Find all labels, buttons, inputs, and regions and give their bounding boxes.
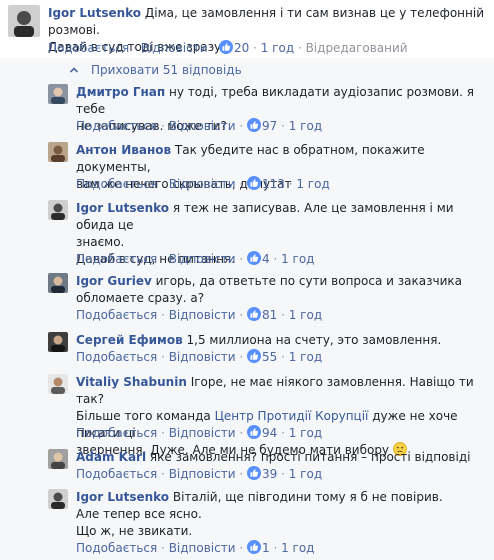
hide-replies-button[interactable]: Приховати 51 відповідь bbox=[69, 62, 242, 78]
like-count[interactable]: 39 bbox=[262, 467, 277, 481]
timestamp[interactable]: 1 год bbox=[261, 41, 294, 55]
thumbs-up-icon bbox=[246, 176, 261, 190]
reply-button[interactable]: Відповісти bbox=[169, 119, 236, 133]
like-count[interactable]: 1 bbox=[262, 541, 270, 555]
avatar[interactable] bbox=[48, 374, 68, 394]
reply-author[interactable]: Дмитро Гнап bbox=[76, 85, 165, 99]
like-button[interactable]: Подобається bbox=[76, 177, 157, 191]
reply-actions: Подобається · Відповісти · 1 · 1 год bbox=[76, 540, 315, 555]
reply-item: Vitaliy Shabunin Ігоре, не має ніякого з… bbox=[48, 374, 494, 457]
thumbs-up-icon bbox=[246, 425, 261, 439]
like-button[interactable]: Подобається bbox=[76, 350, 157, 364]
thumbs-up-icon bbox=[218, 40, 233, 54]
reply-button[interactable]: Відповісти bbox=[169, 541, 236, 555]
chevron-up-icon bbox=[69, 63, 79, 73]
reply-item: Сергей Ефимов 1,5 миллиона на счету, это… bbox=[48, 332, 494, 367]
reply-item: Igor Lutsenko Віталій, ще півгодини тому… bbox=[48, 489, 494, 557]
like-count[interactable]: 81 bbox=[262, 308, 277, 322]
timestamp[interactable]: 1 год bbox=[289, 119, 322, 133]
reply-author[interactable]: Сергей Ефимов bbox=[76, 333, 183, 347]
edited-label[interactable]: Відредагований bbox=[306, 41, 408, 55]
reply-actions: Подобається · Відповісти · 94 · 1 год bbox=[76, 425, 323, 440]
timestamp[interactable]: 1 год bbox=[281, 541, 314, 555]
reply-button[interactable]: Відповісти bbox=[169, 308, 236, 322]
reply-button[interactable]: Відповісти bbox=[169, 177, 236, 191]
like-button[interactable]: Подобається bbox=[48, 41, 129, 55]
reply-button[interactable]: Відповісти bbox=[169, 350, 236, 364]
reply-author[interactable]: Adam Karl bbox=[76, 450, 146, 464]
timestamp[interactable]: 1 год bbox=[296, 177, 329, 191]
like-count[interactable]: 97 bbox=[262, 119, 277, 133]
thumbs-up-icon bbox=[246, 307, 261, 321]
reply-actions: Подобається · Відповісти · 113 · 1 год bbox=[76, 176, 330, 191]
avatar[interactable] bbox=[8, 5, 40, 37]
reply-actions: Подобається · Відповісти · 4 · 1 год bbox=[76, 251, 315, 266]
timestamp[interactable]: 1 год bbox=[281, 252, 314, 266]
comment-author[interactable]: Igor Lutsenko bbox=[48, 6, 141, 20]
reply-button[interactable]: Відповісти bbox=[169, 467, 236, 481]
thumbs-up-icon bbox=[246, 251, 261, 265]
avatar[interactable] bbox=[48, 84, 68, 104]
avatar[interactable] bbox=[48, 332, 68, 352]
reply-item: Дмитро Гнап ну тоді, треба викладати ауд… bbox=[48, 84, 494, 136]
like-button[interactable]: Подобається bbox=[76, 252, 157, 266]
reply-item: Igor Guriev игорь, да ответьте по сути в… bbox=[48, 273, 494, 325]
like-count[interactable]: 55 bbox=[262, 350, 277, 364]
thumbs-up-icon bbox=[246, 540, 261, 554]
reply-item: Adam Karl яке замовлення? прості питання… bbox=[48, 449, 494, 484]
avatar[interactable] bbox=[48, 273, 68, 293]
reply-actions: Подобається · Відповісти · 55 · 1 год bbox=[76, 349, 323, 364]
like-button[interactable]: Подобається bbox=[76, 119, 157, 133]
thumbs-up-icon bbox=[246, 466, 261, 480]
like-button[interactable]: Подобається bbox=[76, 541, 157, 555]
reply-author[interactable]: Антон Иванов bbox=[76, 143, 171, 157]
reply-text: Igor Guriev игорь, да ответьте по сути в… bbox=[76, 274, 462, 305]
reply-actions: Подобається · Відповісти · 39 · 1 год bbox=[76, 466, 323, 481]
reply-button[interactable]: Відповісти bbox=[169, 252, 236, 266]
top-comment: Igor Lutsenko Діма, це замовлення і ти с… bbox=[0, 0, 494, 58]
comment-actions: Подобається · Відповісти · 20 · 1 год · … bbox=[48, 40, 408, 55]
reply-item: Антон Иванов Так убедите нас в обратном,… bbox=[48, 142, 494, 194]
reply-button[interactable]: Відповісти bbox=[141, 41, 208, 55]
thumbs-up-icon bbox=[246, 349, 261, 363]
reply-item: Igor Lutsenko я теж не записував. Але це… bbox=[48, 200, 494, 268]
reply-author[interactable]: Igor Guriev bbox=[76, 274, 152, 288]
timestamp[interactable]: 1 год bbox=[289, 426, 322, 440]
like-button[interactable]: Подобається bbox=[76, 308, 157, 322]
thumbs-up-icon bbox=[246, 118, 261, 132]
like-count[interactable]: 94 bbox=[262, 426, 277, 440]
reply-actions: Подобається · Відповісти · 81 · 1 год bbox=[76, 307, 323, 322]
like-count[interactable]: 113 bbox=[262, 177, 285, 191]
reply-author[interactable]: Igor Lutsenko bbox=[76, 201, 169, 215]
reply-text: Vitaliy Shabunin Ігоре, не має ніякого з… bbox=[76, 375, 474, 457]
mention-link[interactable]: Центр Протидії Корупції bbox=[215, 409, 369, 423]
reply-author[interactable]: Igor Lutsenko bbox=[76, 490, 169, 504]
reply-button[interactable]: Відповісти bbox=[169, 426, 236, 440]
reply-text: Igor Lutsenko Віталій, ще півгодини тому… bbox=[76, 490, 443, 538]
reply-text: Сергей Ефимов 1,5 миллиона на счету, это… bbox=[76, 333, 442, 347]
like-button[interactable]: Подобається bbox=[76, 467, 157, 481]
timestamp[interactable]: 1 год bbox=[289, 467, 322, 481]
timestamp[interactable]: 1 год bbox=[289, 350, 322, 364]
like-count[interactable]: 4 bbox=[262, 252, 270, 266]
avatar[interactable] bbox=[48, 449, 68, 469]
reply-actions: Подобається · Відповісти · 97 · 1 год bbox=[76, 118, 323, 133]
reply-text: Adam Karl яке замовлення? прості питання… bbox=[76, 450, 471, 464]
like-button[interactable]: Подобається bbox=[76, 426, 157, 440]
like-count[interactable]: 20 bbox=[234, 41, 249, 55]
avatar[interactable] bbox=[48, 200, 68, 220]
avatar[interactable] bbox=[48, 489, 68, 509]
reply-author[interactable]: Vitaliy Shabunin bbox=[76, 375, 187, 389]
avatar[interactable] bbox=[48, 142, 68, 162]
timestamp[interactable]: 1 год bbox=[289, 308, 322, 322]
